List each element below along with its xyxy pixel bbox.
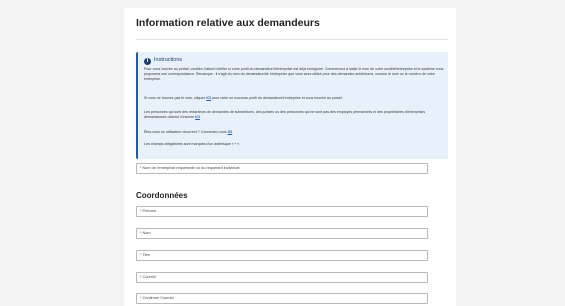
page-title: Information relative aux demandeurs [136,17,320,29]
confirm-email-placeholder: Confirmer Courriel [142,296,174,300]
instructions-paragraph-3: Les personnes qui sont des rédacteurs de… [144,110,444,120]
first-name-placeholder: Prénom [142,209,156,213]
required-asterisk: * [140,231,142,235]
p3-text-before: Les personnes qui sont des rédacteurs de… [144,110,426,119]
form-card: Information relative aux demandeurs i In… [124,8,456,306]
title-divider [136,39,448,40]
last-name-input[interactable]: * Nom [136,228,428,239]
title-placeholder: Titre [142,253,150,257]
required-asterisk: * [140,166,142,170]
section-title-coordonnees: Coordonnées [136,191,188,200]
instructions-box: i Instructions Pour vous inscrire au por… [136,52,448,159]
register-other-link[interactable]: ICI [195,115,200,119]
required-asterisk: * [140,209,142,213]
p2-text-before: Si vous ne trouvez pas le nom, cliquez [144,96,206,100]
title-input[interactable]: * Titre [136,250,428,261]
email-input[interactable]: * Courriel [136,272,428,283]
first-name-input[interactable]: * Prénom [136,206,428,217]
instructions-paragraph-1: Pour vous inscrire au portail, veuillez … [144,67,444,81]
last-name-placeholder: Nom [142,231,151,235]
confirm-email-input[interactable]: * Confirmer Courriel [136,293,428,304]
create-profile-link[interactable]: ICI [206,96,211,100]
company-name-input[interactable]: * Nom de l'entreprise requérante ou du r… [136,163,428,174]
required-asterisk: * [140,296,142,300]
required-asterisk: * [140,275,142,279]
company-name-placeholder: Nom de l'entreprise requérante ou du req… [142,166,240,170]
p2-text-after: pour créer un nouveau profil du demandeu… [211,96,343,100]
instructions-heading: Instructions [154,57,183,63]
p4-text-before: Êtes-vous un utilisateur récurrent ? Con… [144,130,227,134]
login-link[interactable]: ICI [228,130,233,134]
instructions-paragraph-5: Les champs obligatoires sont marqués d'u… [144,142,241,146]
email-placeholder: Courriel [142,275,156,279]
instructions-paragraph-4: Êtes-vous un utilisateur récurrent ? Con… [144,130,444,135]
info-icon: i [144,58,151,65]
instructions-paragraph-2: Si vous ne trouvez pas le nom, cliquez I… [144,96,444,101]
